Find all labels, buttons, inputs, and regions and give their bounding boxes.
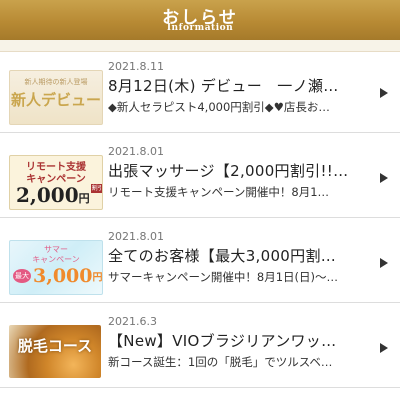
thumbnail-caption: 新人期待の新人登場 bbox=[24, 78, 88, 86]
news-date: 2021.8.11 bbox=[108, 60, 164, 73]
news-item-1[interactable]: 新人期待の新人登場 新人デビュー 2021.8.11 8月12日(木) デビュー… bbox=[0, 52, 400, 133]
news-date: 2021.6.3 bbox=[108, 315, 157, 328]
chevron-right-icon[interactable] bbox=[380, 173, 388, 183]
news-item-4[interactable]: 脱毛コース 2021.6.3 【New】VIOブラジリアンワッ… 新コース誕生：… bbox=[0, 307, 400, 388]
news-thumbnail-1[interactable]: 新人期待の新人登場 新人デビュー bbox=[9, 70, 103, 125]
news-description: リモート支援キャンペーン開催中！8月1… bbox=[108, 185, 330, 199]
thumbnail-amount: 2,000 bbox=[16, 183, 79, 207]
thumbnail-line2: キャンペーン bbox=[32, 255, 80, 264]
thumbnail-title: 脱毛コース bbox=[17, 337, 93, 355]
thumbnail-amount: 3,000 bbox=[33, 265, 93, 287]
thumbnail-unit: 円 bbox=[92, 272, 103, 284]
thumbnail-title: 新人デビュー bbox=[10, 91, 101, 109]
news-thumbnail-3[interactable]: サマー キャンペーン 最大 3,000円 bbox=[9, 240, 103, 295]
thumbnail-prefix: 最大 bbox=[13, 269, 31, 283]
news-description: 新コース誕生：1回の「脱毛」でツルスベ… bbox=[108, 355, 333, 369]
news-item-2[interactable]: リモート支援 キャンペーン 2,000円割引 2021.8.01 出張マッサージ… bbox=[0, 137, 400, 218]
news-date: 2021.8.01 bbox=[108, 230, 164, 243]
news-title[interactable]: 8月12日(木) デビュー 一ノ瀬… bbox=[108, 75, 368, 96]
chevron-right-icon[interactable] bbox=[380, 258, 388, 268]
news-title[interactable]: 出張マッサージ【2,000円割引!!… bbox=[108, 160, 368, 181]
news-description: サマーキャンペーン開催中！8月1日(日)〜… bbox=[108, 270, 339, 284]
news-thumbnail-2[interactable]: リモート支援 キャンペーン 2,000円割引 bbox=[9, 155, 103, 210]
thumbnail-unit: 円 bbox=[78, 192, 90, 205]
news-list: 新人期待の新人登場 新人デビュー 2021.8.11 8月12日(木) デビュー… bbox=[0, 51, 400, 401]
news-title[interactable]: 【New】VIOブラジリアンワッ… bbox=[108, 330, 368, 351]
news-date: 2021.8.01 bbox=[108, 145, 164, 158]
page-subtitle: Information bbox=[166, 23, 234, 33]
page-header: おしらせ Information bbox=[0, 0, 400, 40]
thumbnail-tag: 割引 bbox=[90, 184, 103, 193]
news-description: ◆新人セラピスト4,000円割引◆♥店長お… bbox=[108, 100, 330, 114]
news-title[interactable]: 全てのお客様【最大3,000円割… bbox=[108, 245, 368, 266]
chevron-right-icon[interactable] bbox=[380, 343, 388, 353]
chevron-right-icon[interactable] bbox=[380, 88, 388, 98]
news-item-3[interactable]: サマー キャンペーン 最大 3,000円 2021.8.01 全てのお客様【最大3… bbox=[0, 222, 400, 303]
news-thumbnail-4[interactable]: 脱毛コース bbox=[9, 325, 101, 378]
